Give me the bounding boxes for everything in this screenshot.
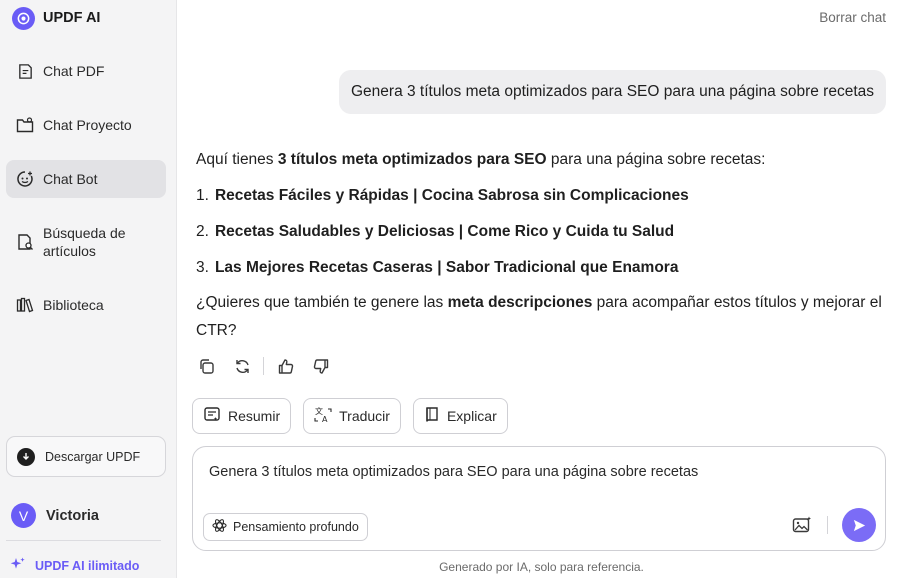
send-button[interactable] <box>842 508 876 542</box>
sidebar-item-chat-proyecto[interactable]: Chat Proyecto <box>6 106 166 144</box>
download-icon <box>17 447 35 466</box>
brand-name: UPDF AI <box>43 10 101 26</box>
summarize-label: Resumir <box>228 408 281 424</box>
summarize-icon <box>203 406 221 427</box>
sidebar-item-label: Biblioteca <box>43 297 104 313</box>
translate-button[interactable]: 文A Traducir <box>303 398 401 434</box>
message-composer[interactable]: Genera 3 títulos meta optimizados para S… <box>192 446 886 551</box>
composer-divider <box>827 516 828 534</box>
list-item-text: Recetas Saludables y Deliciosas | Come R… <box>214 223 675 240</box>
svg-text:A: A <box>322 415 328 424</box>
book-icon <box>424 406 440 426</box>
list-item-text: Recetas Fáciles y Rápidas | Cocina Sabro… <box>214 187 689 204</box>
list-item: 3. Las Mejores Recetas Caseras | Sabor T… <box>196 255 886 291</box>
list-number: 1. <box>196 187 209 204</box>
explain-button[interactable]: Explicar <box>412 398 508 434</box>
list-item: 2. Recetas Saludables y Deliciosas | Com… <box>196 219 886 255</box>
user-message-bubble: Genera 3 títulos meta optimizados para S… <box>339 70 886 114</box>
sidebar-item-label-line2: artículos <box>43 243 96 259</box>
sidebar-item-label: Chat PDF <box>43 63 105 79</box>
reply-intro-bold: 3 títulos meta optimizados para SEO <box>277 151 547 168</box>
thumbs-down-icon[interactable] <box>312 357 330 375</box>
assistant-reply: Aquí tienes 3 títulos meta optimizados p… <box>196 147 886 345</box>
bot-icon <box>16 170 34 188</box>
user-name: Victoria <box>46 507 99 524</box>
brand[interactable]: UPDF AI <box>12 6 100 30</box>
send-icon <box>853 519 865 531</box>
deep-think-toggle[interactable]: Pensamiento profundo <box>203 513 368 541</box>
avatar: V <box>11 503 36 528</box>
sidebar-item-label: Chat Bot <box>43 171 98 187</box>
quick-actions: Resumir 文A Traducir Explicar <box>192 398 508 434</box>
reply-intro-text-end: para una página sobre recetas: <box>546 151 766 168</box>
image-upload-icon[interactable] <box>791 514 813 536</box>
regenerate-icon[interactable] <box>233 357 251 375</box>
message-actions <box>197 357 330 375</box>
user-profile[interactable]: V Victoria <box>11 503 99 528</box>
list-item-text: Las Mejores Recetas Caseras | Sabor Trad… <box>214 259 679 276</box>
article-search-icon <box>16 233 34 251</box>
reply-followup-text: ¿Quieres que también te genere las <box>196 294 448 311</box>
clear-chat-button[interactable]: Borrar chat <box>819 10 886 25</box>
list-item: 1. Recetas Fáciles y Rápidas | Cocina Sa… <box>196 183 886 219</box>
thumbs-up-icon[interactable] <box>276 357 294 375</box>
library-icon <box>16 296 34 314</box>
sidebar-item-chat-pdf[interactable]: Chat PDF <box>6 52 166 90</box>
sidebar-divider <box>6 540 161 541</box>
upgrade-link[interactable]: UPDF AI ilimitado <box>10 557 139 574</box>
list-number: 3. <box>196 259 209 276</box>
folder-chat-icon <box>16 116 34 134</box>
reply-intro-text: Aquí tienes <box>196 151 278 168</box>
ai-disclaimer: Generado por IA, solo para referencia. <box>439 560 644 574</box>
deep-think-label: Pensamiento profundo <box>233 520 359 534</box>
sidebar-item-biblioteca[interactable]: Biblioteca <box>6 286 166 324</box>
sidebar-item-label: Chat Proyecto <box>43 117 132 133</box>
explain-label: Explicar <box>446 408 497 424</box>
chat-main: Borrar chat Genera 3 títulos meta optimi… <box>177 0 906 578</box>
actions-divider <box>263 357 264 375</box>
sidebar-item-label: Búsqueda de artículos <box>43 224 126 260</box>
atom-icon <box>212 518 227 536</box>
title-list: 1. Recetas Fáciles y Rápidas | Cocina Sa… <box>196 183 886 291</box>
copy-icon[interactable] <box>197 357 215 375</box>
sidebar-item-label-line1: Búsqueda de <box>43 225 126 241</box>
updf-logo-icon <box>12 6 35 30</box>
sparkle-icon <box>10 557 26 574</box>
translate-icon: 文A <box>314 406 332 427</box>
sidebar-item-busqueda-articulos[interactable]: Búsqueda de artículos <box>6 220 166 264</box>
download-updf-button[interactable]: Descargar UPDF <box>6 436 166 477</box>
reply-followup-bold: meta descripciones <box>447 294 593 311</box>
reply-followup: ¿Quieres que también te genere las meta … <box>196 289 886 345</box>
upgrade-label: UPDF AI ilimitado <box>35 558 140 573</box>
sidebar: UPDF AI Chat PDF Chat Proyecto Chat Bot … <box>0 0 177 578</box>
summarize-button[interactable]: Resumir <box>192 398 292 434</box>
reply-intro: Aquí tienes 3 títulos meta optimizados p… <box>196 147 886 183</box>
composer-input[interactable]: Genera 3 títulos meta optimizados para S… <box>209 464 698 480</box>
download-label: Descargar UPDF <box>45 449 141 464</box>
sidebar-item-chat-bot[interactable]: Chat Bot <box>6 160 166 198</box>
chat-pdf-icon <box>16 62 34 80</box>
list-number: 2. <box>196 223 209 240</box>
translate-label: Traducir <box>339 408 390 424</box>
